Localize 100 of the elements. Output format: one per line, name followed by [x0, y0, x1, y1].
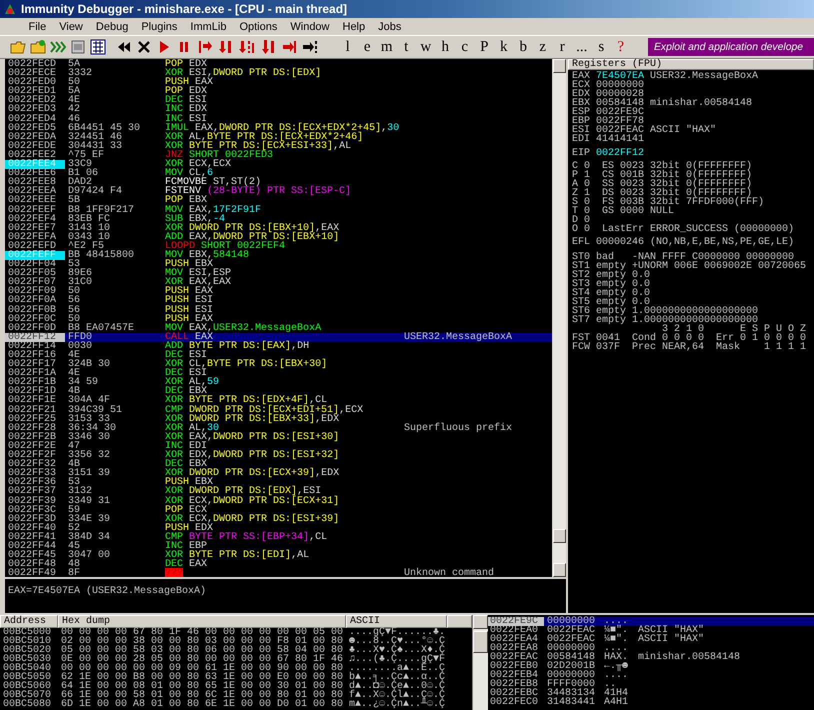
instruction-cell-text: XOR ECX,DWORD PTR DS:[ESI+39] — [164, 514, 340, 524]
column-header[interactable]: Address — [0, 615, 58, 628]
menu-item[interactable]: ImmLib — [184, 20, 233, 32]
address-cell-text: 00BC5050 — [2, 673, 52, 682]
toolbar-button[interactable]: h — [436, 37, 455, 57]
opcode-cell-text: 3346 30 — [67, 432, 112, 442]
register-name: ST5 — [572, 298, 592, 307]
toolbar-button[interactable]: r — [552, 37, 572, 57]
toolbar-button[interactable]: k — [494, 37, 514, 57]
instruction-cell-text: XOR DWORD PTR DS:[ECX+39],EDX — [164, 469, 340, 478]
value-cell-text: 31483441 — [546, 698, 596, 707]
opcode-cell-text: 50 — [67, 287, 82, 296]
address-cell-text: 00BC5000 — [2, 628, 52, 637]
toolbar-button[interactable]: ? — [611, 37, 630, 57]
register-value: +UNORM 006E 0069002E 00720065 — [632, 262, 806, 271]
instruction-cell-text: MOV ESI,ESP — [164, 269, 232, 278]
address-cell-text: 0022FF16 — [7, 351, 58, 360]
toolbar-button[interactable]: ... — [572, 37, 592, 57]
address-cell-text: 0022FF14 — [7, 342, 58, 351]
opcode-cell-text: 334E 39 — [67, 514, 112, 524]
flag-value: 1 — [584, 171, 592, 180]
menu-item[interactable]: Window — [284, 20, 336, 32]
hex-cell-text: 00 00 00 00 67 80 1F 46 00 00 00 00 00 00 05 00 — [60, 628, 344, 637]
address-cell-text: 00BC5070 — [2, 691, 52, 700]
opcode-cell-text: 394C39 51 — [67, 406, 124, 415]
comment-cell-text: ASCII "HAX" — [637, 635, 706, 644]
instruction-cell-text: XOR DWORD PTR DS:[EBX+10],EAX — [164, 224, 340, 233]
instruction-cell-text: XOR DWORD PTR DS:[EDX],ESI — [164, 487, 322, 496]
address-cell-text: 0022FF17 — [7, 360, 58, 370]
register-comment: ASCII "HAX" — [650, 126, 716, 135]
toolbar-button[interactable]: t — [396, 37, 416, 57]
menu-item[interactable]: File — [22, 20, 53, 32]
instruction-cell-text: XOR BYTE PTR DS:[EDX+4F],CL — [164, 396, 328, 406]
register-comment: minishar.00584148 — [650, 99, 752, 108]
selection-bar[interactable]: 0022FF12 FFD0 CALL EAX USER32.MessageBoxA — [5, 332, 552, 342]
menu-item[interactable]: Options — [232, 20, 284, 32]
register-name: ESP — [572, 108, 592, 117]
address-cell-text: 0022FEAC — [489, 653, 540, 662]
ascii-cell-text: b▲..╕..Çc▲..α..Ç — [348, 673, 446, 682]
address-cell-text: 0022FF0B — [7, 306, 58, 315]
comment-cell-text: Unknown command — [403, 569, 494, 578]
opcode-cell-text: 46 — [67, 114, 80, 124]
toolbar-button[interactable]: P — [474, 37, 494, 57]
selection-bar[interactable]: 0022FE9C 00000000 .... — [488, 617, 814, 626]
ascii-cell-text: ♫...(♣.Ç....gÇ▼F — [348, 655, 446, 664]
segment-info: SS 0023 32bit 0(FFFFFFFF) — [602, 180, 752, 189]
fpu-tag: empty — [596, 298, 632, 307]
segment-info: LastErr ERROR_SUCCESS (00000000) — [602, 225, 794, 234]
folder-icon[interactable] — [10, 39, 26, 55]
toolbar-button[interactable]: b — [514, 37, 533, 57]
toolbar-button[interactable]: c — [455, 37, 474, 57]
opcode-cell-text: 5A — [67, 87, 82, 96]
toolbar-button[interactable]: w — [416, 37, 436, 57]
register-name: EIP — [572, 149, 592, 158]
step-arrow-icon[interactable] — [302, 39, 318, 55]
address-cell-text: 0022FF32 — [7, 460, 58, 470]
instruction-cell-text: SUB EBX,-4 — [164, 214, 226, 224]
toolbar-button[interactable]: e — [358, 37, 377, 57]
hex-cell-text: 02 00 00 00 38 00 00 80 03 00 00 00 F8 01 00 80 — [60, 637, 344, 646]
rewind-icon[interactable] — [116, 39, 132, 55]
register-name: EBX — [572, 99, 592, 108]
menu-item[interactable]: Help — [336, 20, 372, 32]
close-icon[interactable] — [136, 39, 152, 55]
menu-item[interactable]: View — [52, 20, 90, 32]
instruction-cell-text: XOR BYTE PTR DS:[ECX+ESI+33],AL — [164, 142, 352, 151]
panel-title[interactable]: Registers (FPU) — [568, 59, 814, 70]
instruction-cell-text: MOV EBX,584148 — [164, 250, 250, 260]
toolbar-button[interactable]: z — [533, 37, 552, 57]
scrollbar[interactable] — [472, 615, 488, 710]
menu-item[interactable]: Debug — [89, 20, 135, 32]
instruction-cell-text: INC EDX — [164, 105, 208, 115]
toolbar-button[interactable]: m — [377, 37, 396, 57]
hex-cell-text: 62 1E 00 00 B8 00 00 80 63 1E 00 00 E0 00 00 80 — [60, 673, 344, 682]
window-title: Immunity Debugger - minishare.exe - [CPU - main thread] — [21, 2, 348, 16]
address-cell-text: 0022FF33 — [7, 469, 58, 478]
chevrons-icon[interactable] — [50, 39, 66, 55]
flag-name: C — [572, 162, 580, 171]
register-name: ESI — [572, 126, 592, 135]
column-header[interactable]: ASCII — [346, 615, 447, 628]
menu-item[interactable]: Jobs — [372, 20, 408, 32]
grid-icon[interactable] — [90, 39, 106, 55]
menu-item[interactable]: Plugins — [134, 20, 184, 32]
hex-cell-text: 0E 00 00 00 28 05 00 80 00 00 00 00 67 80 1F 46 — [60, 655, 344, 664]
toolbar-button[interactable]: s — [592, 37, 611, 57]
instruction-cell-text: CMP BYTE PTR SS:[EBP+34],CL — [164, 532, 328, 542]
window-icon[interactable] — [70, 39, 86, 55]
column-header[interactable]: Hex dump — [58, 615, 346, 628]
opcode-cell-text: 3151 39 — [67, 469, 112, 478]
flag-name: T — [572, 207, 580, 216]
opcode-cell-text: 3332 — [67, 69, 94, 78]
address-cell-text: 0022FEE8 — [7, 178, 58, 188]
instruction-cell-text: CALL EAX — [164, 332, 214, 342]
value-cell-text: 00000000 — [546, 671, 596, 680]
folder-icon[interactable] — [30, 39, 46, 55]
toolbar-button[interactable]: l — [338, 37, 358, 57]
instruction-cell-text: PUSH EAX — [164, 287, 214, 296]
instruction-cell-text: MOV EAX,USER32.MessageBoxA — [164, 324, 322, 333]
instruction-cell-text: PUSH ESI — [164, 306, 214, 315]
instruction-cell-text: DEC EBX — [164, 387, 208, 396]
opcode-cell-text: DAD2 — [67, 178, 92, 188]
